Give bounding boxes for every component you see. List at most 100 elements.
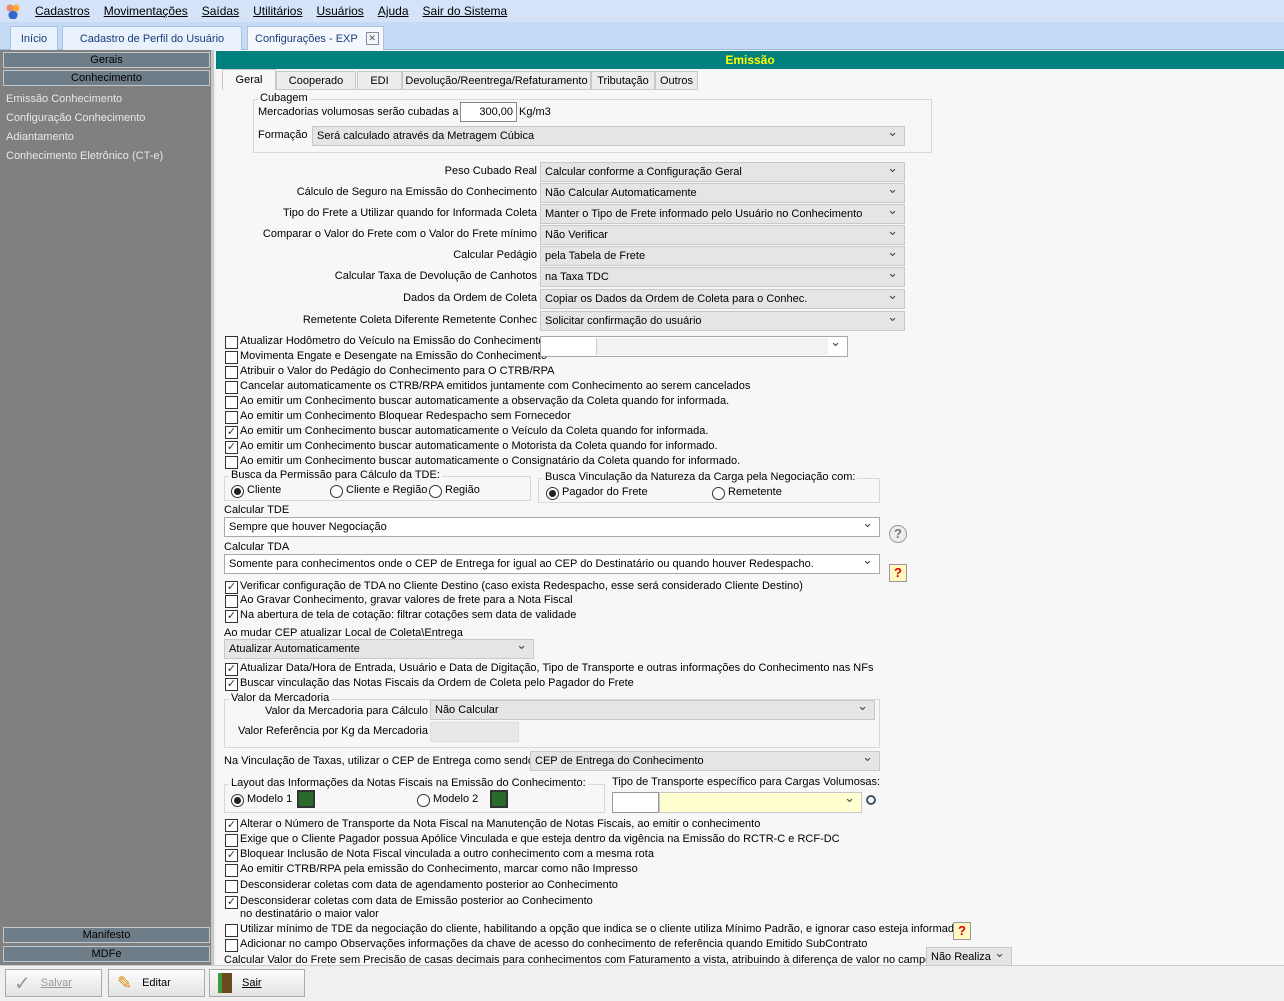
option-1-checkbox[interactable] [225,351,238,364]
permissao-2-radio[interactable] [429,485,442,498]
sidebar-section-mdfe[interactable]: MDFe [3,946,210,962]
mercadoria-ref-input[interactable] [430,722,519,742]
option-3-label: Cancelar automaticamente os CTRB/RPA emi… [240,380,751,392]
option-7-label: Ao emitir um Conhecimento buscar automat… [240,440,718,452]
sidebar-item-emissao[interactable]: Emissão Conhecimento [6,93,122,105]
tab-2[interactable]: EDI [357,71,402,90]
tab-label: EDI [370,74,389,87]
option-note: no destinatário o maior valor [240,908,379,920]
taxas-label: Na Vinculação de Taxas, utilizar o CEP d… [224,755,538,767]
mercadoria-calc-label: Valor da Mercadoria para Cálculo [264,705,428,717]
tab-0[interactable]: Geral [222,69,276,90]
permissao-1-radio[interactable] [330,485,343,498]
menu-2[interactable]: Saídas [202,4,239,18]
menu-6[interactable]: Sair do Sistema [423,4,508,18]
setting-select[interactable]: Manter o Tipo de Frete informado pelo Us… [540,204,905,224]
option-8-checkbox[interactable] [225,456,238,469]
option-7-checkbox[interactable]: ✓ [225,441,238,454]
nf-option-1-checkbox[interactable]: ✓ [225,678,238,691]
option-6-checkbox[interactable]: ✓ [225,426,238,439]
final-option-0-label: Alterar o Número de Transporte da Nota F… [240,818,761,830]
tab-configuracoes[interactable]: Configurações - EXP ✕ [247,26,384,50]
menu-0[interactable]: Cadastros [35,4,90,18]
menu-1[interactable]: Movimentações [104,4,188,18]
option-5-checkbox[interactable] [225,411,238,424]
final-option-5-checkbox[interactable]: ✓ [225,896,238,909]
taxas-select[interactable]: CEP de Entrega do Conhecimento [530,751,880,771]
save-button[interactable]: ✓ Salvar [5,969,102,997]
menu-3[interactable]: Utilitários [253,4,302,18]
sidebar-section-gerais[interactable]: Gerais [3,52,210,68]
transporte-label: Tipo de Transporte específico para Carga… [612,776,881,788]
tda-option-1-checkbox[interactable] [225,595,238,608]
bottom-toolbar: ✓ Salvar ✎ Editar Sair [0,965,1284,1001]
sidebar-section-manifesto[interactable]: Manifesto [3,927,210,943]
cubagem-label: Mercadorias volumosas serão cubadas a [258,106,459,118]
precisao-select[interactable]: Não Realiza [926,947,1012,967]
setting-select[interactable]: pela Tabela de Frete [540,246,905,266]
option-4-checkbox[interactable] [225,396,238,409]
hodometro-combo-field[interactable] [596,338,828,355]
select-value: Não Realiza [931,951,991,963]
tab-inicio[interactable]: Início [10,26,58,50]
layout-nf-group-legend: Layout das Informações da Notas Fiscais … [229,777,588,789]
edit-button[interactable]: ✎ Editar [108,969,205,997]
exit-button[interactable]: Sair [209,969,305,997]
select-value: Solicitar confirmação do usuário [545,315,702,327]
search-icon[interactable] [866,795,876,805]
final-option-7-checkbox[interactable] [225,939,238,952]
final-option-3-label: Ao emitir CTRB/RPA pela emissão do Conhe… [240,863,638,875]
menu-5[interactable]: Ajuda [378,4,409,18]
help-icon[interactable]: ? [953,922,971,940]
close-icon[interactable]: ✕ [365,32,379,45]
option-2-checkbox[interactable] [225,366,238,379]
nf-option-0-checkbox[interactable]: ✓ [225,663,238,676]
formacao-label: Formação [258,129,308,141]
tab-5[interactable]: Outros [655,71,698,90]
layout-model-0-radio[interactable] [231,794,244,807]
help-icon[interactable]: ? [889,564,907,582]
sidebar-section-conhecimento[interactable]: Conhecimento [3,70,210,86]
help-icon[interactable]: ? [889,525,907,543]
tda-select[interactable]: Somente para conhecimentos onde o CEP de… [224,554,880,574]
tda-option-2-checkbox[interactable]: ✓ [225,610,238,623]
transporte-select[interactable] [659,792,862,813]
natureza-0-label: Pagador do Frete [562,486,648,498]
cubagem-input[interactable]: 300,00 [460,102,517,122]
permissao-0-radio[interactable] [231,485,244,498]
transporte-code-input[interactable] [612,792,659,813]
tda-option-0-checkbox[interactable]: ✓ [225,581,238,594]
setting-select[interactable]: Solicitar confirmação do usuário [540,311,905,331]
setting-select[interactable]: Calcular conforme a Configuração Geral [540,162,905,182]
layout-model-1-radio[interactable] [417,794,430,807]
tde-select[interactable]: Sempre que houver Negociação [224,517,880,537]
natureza-0-radio[interactable] [546,487,559,500]
final-option-4-checkbox[interactable] [225,880,238,893]
monitor-icon[interactable] [297,790,315,808]
tab-1[interactable]: Cooperado [276,71,356,90]
tab-3[interactable]: Devolução/Reentrega/Refaturamento [402,71,591,90]
final-option-3-checkbox[interactable] [225,864,238,877]
mercadoria-calc-select[interactable]: Não Calcular [430,700,875,720]
formacao-select[interactable]: Será calculado através da Metragem Cúbic… [312,126,905,146]
option-0-checkbox[interactable] [225,336,238,349]
final-option-0-checkbox[interactable]: ✓ [225,819,238,832]
tab-cadastro-perfil[interactable]: Cadastro de Perfil do Usuário [62,26,242,50]
setting-select[interactable]: Não Verificar [540,225,905,245]
cep-select[interactable]: Atualizar Automaticamente [224,639,534,659]
tab-4[interactable]: Tributação [591,71,655,90]
natureza-1-radio[interactable] [712,487,725,500]
menu-4[interactable]: Usuários [316,4,363,18]
sidebar-item-cte[interactable]: Conhecimento Eletrônico (CT-e) [6,150,163,162]
setting-select[interactable]: Copiar os Dados da Ordem de Coleta para … [540,289,905,309]
final-option-2-checkbox[interactable]: ✓ [225,849,238,862]
tda-option-0-label: Verificar configuração de TDA no Cliente… [240,580,803,592]
setting-select[interactable]: na Taxa TDC [540,267,905,287]
option-3-checkbox[interactable] [225,381,238,394]
final-option-6-checkbox[interactable] [225,924,238,937]
monitor-icon[interactable] [490,790,508,808]
sidebar-item-adiantamento[interactable]: Adiantamento [6,131,74,143]
sidebar-item-configuracao[interactable]: Configuração Conhecimento [6,112,145,124]
setting-select[interactable]: Não Calcular Automaticamente [540,183,905,203]
final-option-1-checkbox[interactable] [225,834,238,847]
